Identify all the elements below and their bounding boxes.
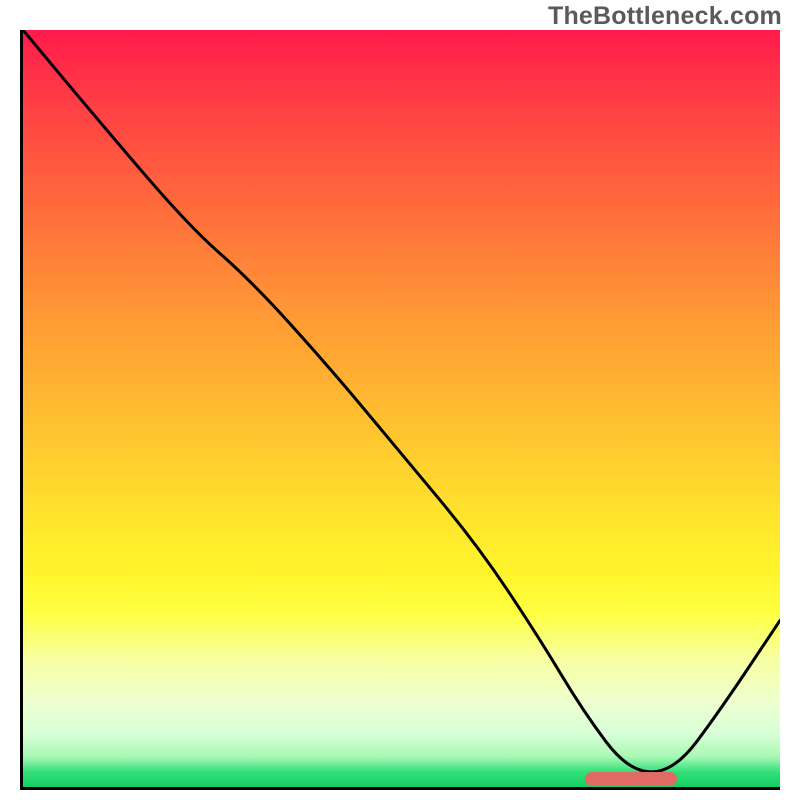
- watermark-text: TheBottleneck.com: [548, 2, 782, 31]
- plot-area: [20, 30, 780, 790]
- bottleneck-curve: [23, 30, 780, 787]
- optimal-range-marker: [585, 772, 676, 786]
- chart-root: TheBottleneck.com: [0, 0, 800, 800]
- curve-path: [23, 30, 780, 772]
